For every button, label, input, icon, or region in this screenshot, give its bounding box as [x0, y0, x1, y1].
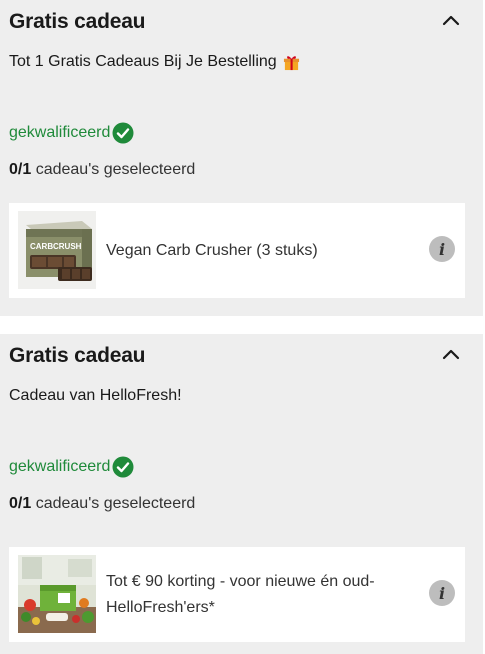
selected-count: 0/1 cadeau's geselecteerd: [9, 495, 195, 513]
chevron-up-icon: [442, 15, 460, 26]
gift-product-card[interactable]: CARB CRUSH Vegan Carb Crusher (3 stuks) …: [9, 203, 465, 298]
qualified-status: gekwalificeerd: [9, 122, 134, 144]
chevron-up-icon: [442, 349, 460, 360]
svg-text:CARB: CARB: [30, 242, 53, 251]
info-icon[interactable]: i: [429, 580, 455, 606]
carb-crusher-box-image: CARB CRUSH: [18, 211, 96, 289]
qualified-status: gekwalificeerd: [9, 456, 134, 478]
collapse-button[interactable]: [437, 8, 465, 32]
gift-panel-1: Gratis cadeau Tot 1 Gratis Cadeaus Bij J…: [0, 0, 483, 316]
panel-subtitle: Cadeau van HelloFresh!: [9, 387, 182, 405]
gift-product-card[interactable]: Tot € 90 korting - voor nieuwe én oud-He…: [9, 547, 465, 642]
panel-title: Gratis cadeau: [9, 344, 146, 367]
selected-count-label: cadeau's geselecteerd: [35, 161, 196, 178]
check-circle-icon: [112, 456, 134, 478]
gift-panel-2: Gratis cadeau Cadeau van HelloFresh! gek…: [0, 334, 483, 654]
panel-title: Gratis cadeau: [9, 10, 146, 33]
gift-icon: [283, 55, 299, 70]
selected-count-value: 0/1: [9, 161, 32, 178]
selected-count-value: 0/1: [9, 495, 32, 512]
gift-product-name: Vegan Carb Crusher (3 stuks): [106, 241, 318, 259]
gift-product-name: Tot € 90 korting - voor nieuwe én oud-He…: [106, 572, 375, 616]
hellofresh-box-image: [18, 555, 96, 633]
qualified-label: gekwalificeerd: [9, 124, 111, 141]
info-icon[interactable]: i: [429, 236, 455, 262]
qualified-label: gekwalificeerd: [9, 458, 111, 475]
selected-count-label: cadeau's geselecteerd: [35, 495, 196, 512]
panel-subtitle: Tot 1 Gratis Cadeaus Bij Je Bestelling: [9, 53, 300, 71]
check-circle-icon: [112, 122, 134, 144]
panel-subtitle-text: Cadeau van HelloFresh!: [9, 387, 182, 404]
panel-subtitle-text: Tot 1 Gratis Cadeaus Bij Je Bestelling: [9, 53, 277, 70]
collapse-button[interactable]: [437, 342, 465, 366]
selected-count: 0/1 cadeau's geselecteerd: [9, 161, 195, 179]
svg-text:CRUSH: CRUSH: [53, 242, 82, 251]
